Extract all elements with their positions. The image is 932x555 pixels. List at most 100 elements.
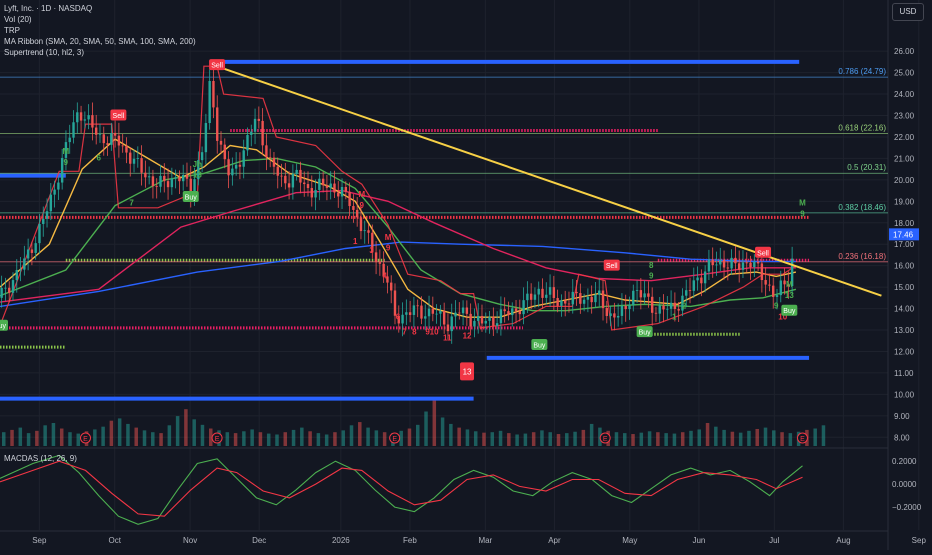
candle-body: [95, 127, 98, 135]
y-tick-label: 12.00: [894, 347, 915, 356]
candle-body: [507, 311, 510, 316]
y-tick-label: 13.00: [894, 326, 915, 335]
candle-body: [147, 176, 151, 178]
chart-svg[interactable]: 0.786 (24.79) 0.618 (22.16) 0.5 (20.31) 0.3…: [0, 0, 932, 550]
earnings-marker[interactable]: E: [599, 432, 611, 444]
candle-body: [753, 261, 756, 268]
candle-body: [673, 302, 677, 310]
candle-body: [219, 140, 223, 145]
x-tick-label: Apr: [548, 536, 561, 545]
volume-bar: [159, 433, 163, 446]
y-tick-label: 18.00: [894, 219, 915, 228]
volume-bar: [813, 428, 817, 446]
candle-body: [461, 307, 465, 314]
bar-count-label: 9: [649, 272, 654, 281]
candle-body: [181, 174, 185, 182]
y-tick-label: 15.00: [894, 283, 915, 292]
candle-body: [552, 287, 556, 298]
candle-body: [363, 230, 366, 232]
candle-body: [473, 320, 476, 327]
sell-signal[interactable]: Sell: [209, 59, 226, 71]
candle-body: [662, 305, 665, 310]
candle-body: [503, 309, 506, 312]
buy-signal[interactable]: Buy: [182, 191, 199, 203]
signal-text: Buy: [533, 343, 546, 350]
buy-signal[interactable]: Buy: [531, 339, 548, 351]
indicator-supertrend[interactable]: Supertrend (10, hl2, 3): [4, 47, 196, 58]
volume-bar: [26, 433, 31, 446]
candle-body: [579, 293, 582, 304]
signal-text: Buy: [185, 195, 198, 202]
earnings-marker[interactable]: E: [211, 432, 223, 444]
bar-count-label: 1: [353, 237, 358, 246]
candle-body: [0, 287, 3, 298]
earnings-marker[interactable]: E: [389, 432, 401, 444]
sell-signal[interactable]: Sell: [755, 246, 772, 258]
volume-bar: [10, 429, 14, 446]
signal-text: Sell: [606, 263, 618, 270]
candle-body: [495, 323, 499, 326]
x-tick-label: Feb: [403, 536, 417, 545]
candle-body: [745, 262, 748, 264]
bar-count-label: 9: [360, 201, 365, 210]
volume-bar: [266, 433, 271, 446]
volume-bar: [697, 429, 702, 446]
indicator-trp[interactable]: TRP: [4, 25, 196, 36]
candle-body: [677, 309, 680, 311]
candle-body: [303, 182, 306, 185]
fib-level-label: 0.618 (22.16): [838, 124, 886, 133]
earnings-marker[interactable]: E: [796, 432, 808, 444]
buy-signal[interactable]: Buy: [636, 326, 653, 338]
volume-bar: [184, 409, 188, 446]
candle-body: [756, 261, 760, 264]
candle-body: [306, 184, 310, 189]
symbol-line[interactable]: Lyft, Inc. · 1D · NASDAQ: [4, 3, 196, 14]
candle-body: [276, 166, 279, 176]
sell-signal[interactable]: Sell: [603, 259, 620, 271]
sell-signal[interactable]: Sell: [110, 109, 127, 121]
candle-body: [446, 324, 450, 332]
currency-button[interactable]: USD: [892, 3, 924, 21]
candle-body: [113, 132, 117, 136]
x-tick-label: Jun: [692, 536, 705, 545]
candle-body: [427, 308, 431, 317]
candle-body: [598, 290, 601, 295]
signal-text: Sell: [113, 113, 125, 120]
candle-body: [700, 277, 703, 284]
candle-body: [117, 135, 121, 146]
candle-body: [246, 134, 249, 151]
indicator-vol[interactable]: Vol (20): [4, 14, 196, 25]
macd-y-tick-label: −0.2000: [892, 503, 922, 512]
candle-body: [30, 249, 34, 253]
candle-body: [548, 287, 552, 295]
bar-count-label: 8: [412, 327, 417, 336]
indicator-ma-ribbon[interactable]: MA Ribbon (SMA, 20, SMA, 50, SMA, 100, S…: [4, 36, 196, 47]
volume-bar: [291, 429, 296, 446]
candle-body: [340, 186, 344, 197]
volume-bar: [300, 427, 304, 446]
candle-body: [295, 169, 298, 174]
candle-body: [647, 293, 650, 297]
volume-bar: [134, 427, 138, 446]
volume-bar: [192, 419, 196, 446]
earnings-marker[interactable]: E: [80, 432, 92, 444]
bar-count-label: 9: [800, 209, 805, 218]
candle-body: [159, 175, 162, 187]
volume-bar: [689, 430, 693, 446]
candle-body: [715, 264, 718, 266]
volume-bar: [59, 428, 64, 446]
chart-stage[interactable]: 0.786 (24.79) 0.618 (22.16) 0.5 (20.31) 0.3…: [0, 0, 932, 550]
candle-body: [265, 145, 268, 158]
volume-bar: [225, 432, 230, 446]
fib-level-label: 0.236 (16.18): [838, 252, 886, 261]
candle-body: [605, 308, 608, 316]
candle-body: [408, 312, 412, 315]
volume-bar: [780, 432, 784, 446]
y-tick-label: 24.00: [894, 90, 915, 99]
candle-body: [4, 287, 7, 289]
buy-signal[interactable]: Buy: [0, 319, 8, 331]
bar-count-label: M: [786, 280, 793, 289]
candle-body: [151, 176, 155, 187]
volume-bar: [126, 423, 130, 446]
buy-signal[interactable]: Buy: [781, 304, 798, 316]
